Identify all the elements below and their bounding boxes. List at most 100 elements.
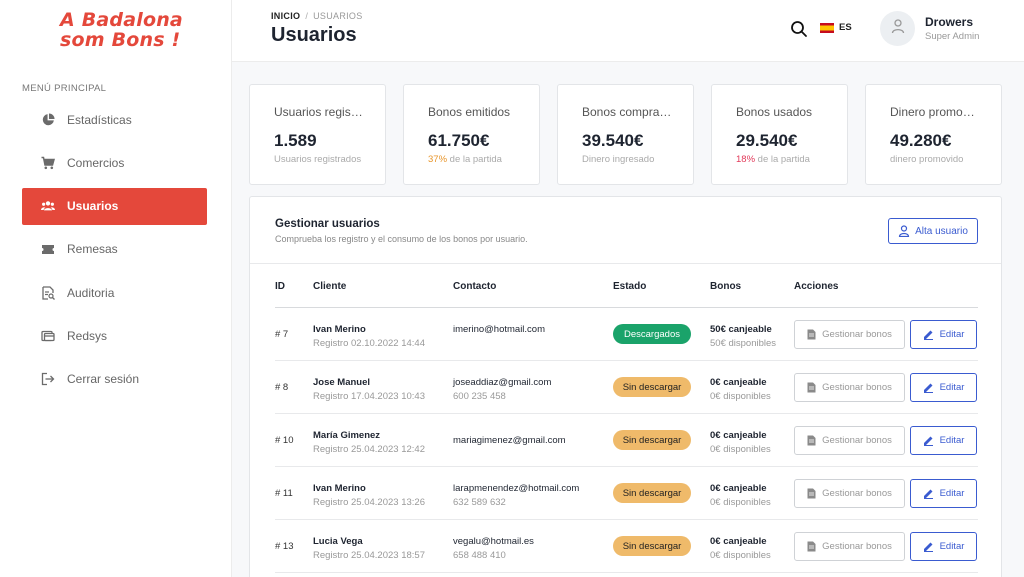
sidebar-item-estadisticas[interactable]: Estadísticas xyxy=(22,101,207,138)
user-name-cell: María Gimenez xyxy=(313,430,381,441)
stat-subtext-label: de la partida xyxy=(447,154,502,165)
document-icon xyxy=(807,541,816,552)
breadcrumb-home[interactable]: INICIO xyxy=(271,11,300,21)
bonos-disponibles: 0€ disponibles xyxy=(710,497,771,508)
language-code: ES xyxy=(839,22,852,33)
users-panel: Gestionar usuarios Comprueba los registr… xyxy=(249,196,1002,577)
stat-value: 29.540€ xyxy=(736,131,798,150)
panel-title: Gestionar usuarios xyxy=(275,218,380,230)
sidebar-item-usuarios[interactable]: Usuarios xyxy=(22,187,207,225)
edit-button[interactable]: Editar xyxy=(910,320,977,349)
document-icon xyxy=(807,382,816,393)
stat-label: Bonos comprados xyxy=(582,105,672,119)
column-header-estado: Estado xyxy=(613,281,647,292)
sidebar-item-auditoria[interactable]: Auditoria xyxy=(22,274,207,311)
user-email: larapmenendez@hotmail.com xyxy=(453,483,580,494)
bonos-disponibles: 0€ disponibles xyxy=(710,444,771,455)
stat-card-bonos-comprados: Bonos comprados 39.540€ Dinero ingresado xyxy=(557,84,694,185)
user-name-cell: Ivan Merino xyxy=(313,483,366,494)
table-row: # 7 Ivan Merino Registro 02.10.2022 14:4… xyxy=(275,308,978,361)
stat-value: 61.750€ xyxy=(428,131,490,150)
sidebar-item-comercios[interactable]: Comercios xyxy=(22,144,207,181)
bonos-canjeable: 0€ canjeable xyxy=(710,377,767,388)
stat-label: Bonos emitidos xyxy=(428,105,511,119)
manage-bonos-button[interactable]: Gestionar bonos xyxy=(794,479,905,508)
stat-value: 1.589 xyxy=(274,131,317,150)
user-id: # 10 xyxy=(275,435,294,446)
user-registered: Registro 02.10.2022 14:44 xyxy=(313,338,425,349)
edit-button[interactable]: Editar xyxy=(910,373,977,402)
stat-subtext-label: Usuarios registrados xyxy=(274,154,362,165)
stat-card-bonos-emitidos: Bonos emitidos 61.750€ 37% de la partida xyxy=(403,84,540,185)
breadcrumb-separator: / xyxy=(305,11,309,21)
sidebar: A Badalona som Bons ! MENÚ PRINCIPAL Est… xyxy=(0,0,232,577)
add-user-label: Alta usuario xyxy=(915,225,968,237)
stat-value: 39.540€ xyxy=(582,131,644,150)
panel-subtitle: Comprueba los registro y el consumo de l… xyxy=(275,234,528,244)
stat-card-dinero-promovido: Dinero promovido 49.280€ dinero promovid… xyxy=(865,84,1002,185)
pencil-icon xyxy=(923,329,934,340)
document-icon xyxy=(807,488,816,499)
edit-button[interactable]: Editar xyxy=(910,426,977,455)
edit-button[interactable]: Editar xyxy=(910,532,977,561)
edit-label: Editar xyxy=(939,488,965,499)
column-header-contacto: Contacto xyxy=(453,281,497,292)
pencil-icon xyxy=(923,435,934,446)
search-icon[interactable] xyxy=(790,20,808,38)
language-selector[interactable]: ES xyxy=(820,22,852,33)
column-header-cliente: Cliente xyxy=(313,281,347,292)
stat-label: Dinero promovido xyxy=(890,105,980,119)
user-registered: Registro 17.04.2023 10:43 xyxy=(313,391,425,402)
user-icon xyxy=(890,18,906,39)
avatar[interactable] xyxy=(880,11,915,46)
ticket-icon xyxy=(41,242,55,256)
breadcrumb: INICIO / USUARIOS xyxy=(271,11,363,21)
sidebar-item-remesas[interactable]: Remesas xyxy=(22,231,207,268)
bonos-disponibles: 50€ disponibles xyxy=(710,338,777,349)
column-header-acciones: Acciones xyxy=(794,281,839,292)
breadcrumb-current: USUARIOS xyxy=(313,11,363,21)
edit-label: Editar xyxy=(939,541,965,552)
main-menu: Estadísticas Comercios Usuarios Remesas … xyxy=(22,101,207,404)
cart-icon xyxy=(41,156,55,170)
stat-subtext: 37% de la partida xyxy=(428,154,516,165)
user-registered: Registro 25.04.2023 13:26 xyxy=(313,497,425,508)
user-add-icon xyxy=(898,225,910,237)
manage-bonos-label: Gestionar bonos xyxy=(822,382,892,393)
sidebar-item-cerrar-sesion[interactable]: Cerrar sesión xyxy=(22,361,207,398)
edit-label: Editar xyxy=(939,329,965,340)
stat-label: Bonos usados xyxy=(736,105,813,119)
user-role: Super Admin xyxy=(925,31,980,42)
sidebar-item-redsys[interactable]: Redsys xyxy=(22,317,207,354)
brand-logo[interactable]: A Badalona som Bons ! xyxy=(60,10,183,50)
add-user-button[interactable]: Alta usuario xyxy=(888,218,978,244)
user-id: # 7 xyxy=(275,329,289,340)
user-email: vegalu@hotmail.es xyxy=(453,536,534,547)
stat-card-usuarios: Usuarios registrados 1.589 Usuarios regi… xyxy=(249,84,386,185)
bonos-disponibles: 0€ disponibles xyxy=(710,550,771,561)
manage-bonos-button[interactable]: Gestionar bonos xyxy=(794,373,905,402)
status-badge: Sin descargar xyxy=(613,430,691,450)
logo-line-2: som Bons ! xyxy=(60,29,181,51)
manage-bonos-button[interactable]: Gestionar bonos xyxy=(794,320,905,349)
user-registered: Registro 25.04.2023 12:42 xyxy=(313,444,425,455)
user-id: # 13 xyxy=(275,541,294,552)
stat-subtext: Dinero ingresado xyxy=(582,154,670,165)
user-name: Drowers xyxy=(925,15,974,29)
column-header-bonos: Bonos xyxy=(710,281,742,292)
user-name-cell: Jose Manuel xyxy=(313,377,371,388)
pencil-icon xyxy=(923,488,934,499)
stat-value: 49.280€ xyxy=(890,131,952,150)
user-id: # 8 xyxy=(275,382,289,393)
sidebar-item-label: Estadísticas xyxy=(67,112,132,127)
sidebar-item-label: Usuarios xyxy=(67,199,119,214)
stat-card-bonos-usados: Bonos usados 29.540€ 18% de la partida xyxy=(711,84,848,185)
manage-bonos-button[interactable]: Gestionar bonos xyxy=(794,426,905,455)
user-name-cell: Lucia Vega xyxy=(313,536,363,547)
user-phone: 632 589 632 xyxy=(453,497,506,508)
status-badge: Sin descargar xyxy=(613,536,691,556)
status-badge: Sin descargar xyxy=(613,377,691,397)
manage-bonos-button[interactable]: Gestionar bonos xyxy=(794,532,905,561)
top-header: INICIO / USUARIOS Usuarios ES Drowers Supe… xyxy=(232,0,1024,62)
edit-button[interactable]: Editar xyxy=(910,479,977,508)
